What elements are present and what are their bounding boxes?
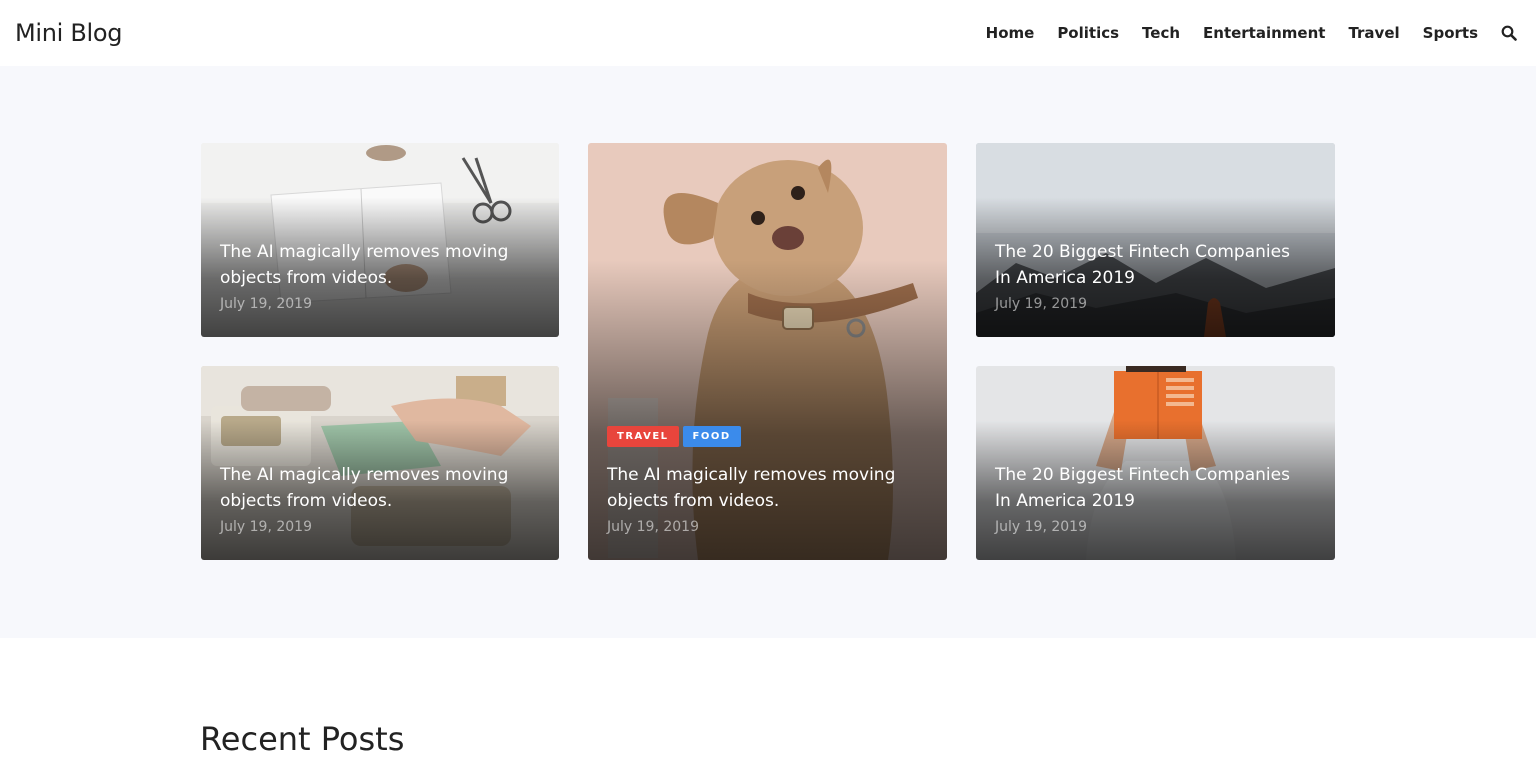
main-nav: Home Politics Tech Entertainment Travel … (963, 0, 1518, 66)
nav-item-travel[interactable]: Travel (1348, 24, 1399, 42)
nav-item-entertainment[interactable]: Entertainment (1203, 24, 1325, 42)
site-logo[interactable]: Mini Blog (15, 19, 123, 47)
featured-section: The AI magically removes moving objects … (0, 66, 1536, 638)
card-date: July 19, 2019 (995, 519, 1087, 535)
card-date: July 19, 2019 (220, 519, 312, 535)
card-title[interactable]: The AI magically removes moving objects … (607, 462, 907, 514)
card-title[interactable]: The AI magically removes moving objects … (220, 462, 519, 514)
featured-card[interactable]: The 20 Biggest Fintech Companies In Amer… (976, 143, 1335, 337)
featured-card[interactable]: TRAVEL FOOD The AI magically removes mov… (588, 143, 947, 560)
nav-item-sports[interactable]: Sports (1423, 24, 1478, 42)
card-title[interactable]: The 20 Biggest Fintech Companies In Amer… (995, 462, 1295, 514)
tag-travel[interactable]: TRAVEL (607, 426, 679, 447)
card-date: July 19, 2019 (607, 519, 699, 535)
tag-food[interactable]: FOOD (682, 426, 741, 447)
tag-list: TRAVEL FOOD (607, 426, 741, 447)
site-header: Mini Blog Home Politics Tech Entertainme… (0, 0, 1536, 66)
nav-item-tech[interactable]: Tech (1142, 24, 1180, 42)
featured-card[interactable]: The AI magically removes moving objects … (201, 366, 559, 560)
card-date: July 19, 2019 (995, 296, 1087, 312)
card-date: July 19, 2019 (220, 296, 312, 312)
card-title[interactable]: The 20 Biggest Fintech Companies In Amer… (995, 239, 1295, 291)
nav-item-politics[interactable]: Politics (1057, 24, 1119, 42)
card-title[interactable]: The AI magically removes moving objects … (220, 239, 519, 291)
search-icon[interactable] (1500, 24, 1518, 42)
featured-card[interactable]: The 20 Biggest Fintech Companies In Amer… (976, 366, 1335, 560)
recent-posts-heading: Recent Posts (200, 720, 405, 758)
nav-item-home[interactable]: Home (986, 24, 1035, 42)
featured-card[interactable]: The AI magically removes moving objects … (201, 143, 559, 337)
